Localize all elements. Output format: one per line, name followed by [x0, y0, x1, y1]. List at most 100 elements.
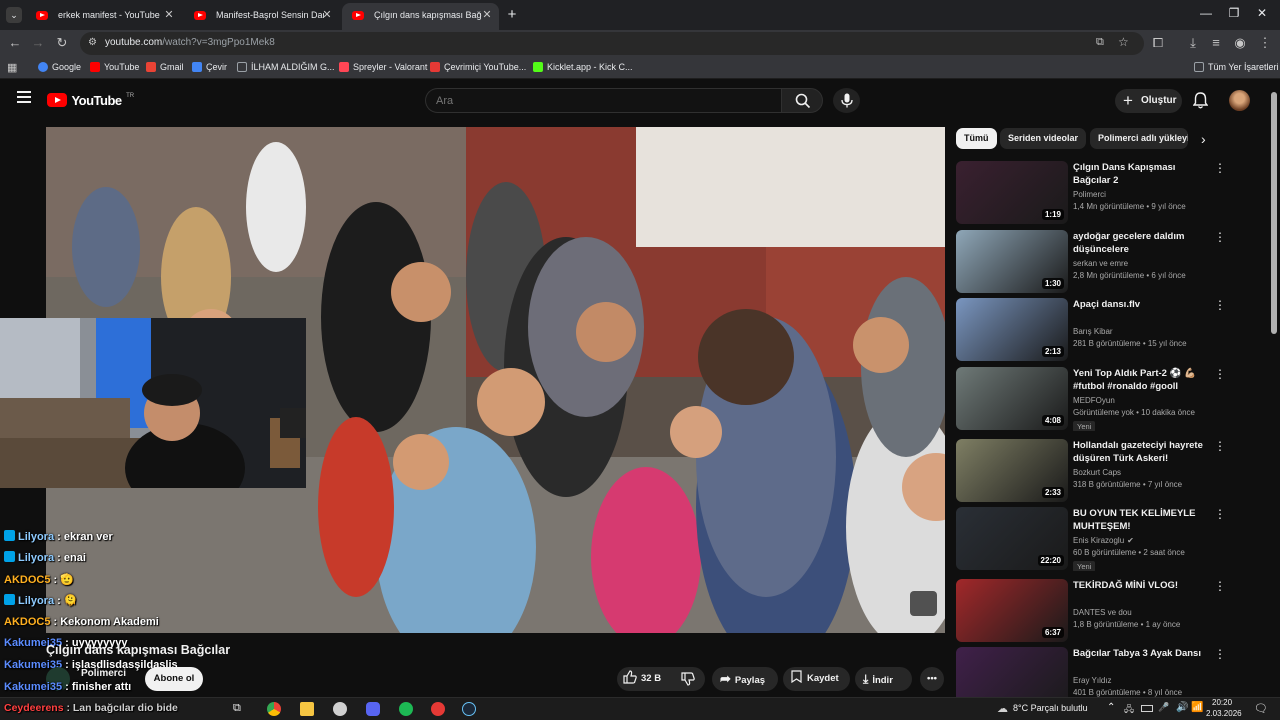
voice-search-button[interactable]	[833, 88, 860, 113]
task-view-icon[interactable]: ⧉	[233, 702, 247, 716]
wifi-icon[interactable]: 📶	[1191, 702, 1205, 716]
reload-icon[interactable]: ↻	[54, 35, 70, 51]
recommendation-title[interactable]: aydoğar gecelere daldım düşüncelere	[1073, 230, 1208, 256]
dislike-button[interactable]	[681, 672, 695, 691]
weather-text[interactable]: 8°C Parçalı bulutlu	[1013, 703, 1088, 713]
bookmark-youtube[interactable]: YouTube	[90, 62, 139, 72]
create-button[interactable]: + Oluştur	[1115, 89, 1182, 113]
tab-erkek-manifest[interactable]: erkek manifest - YouTube ✕	[26, 3, 181, 30]
profile-icon[interactable]: ◉	[1232, 35, 1248, 51]
video-thumbnail[interactable]: 1:19	[956, 161, 1068, 224]
notifications-icon[interactable]: 🗨	[1254, 702, 1268, 716]
close-tab-icon[interactable]: ✕	[481, 3, 493, 27]
discord-icon[interactable]	[366, 702, 380, 716]
tab-search-button[interactable]: ⌄	[6, 7, 22, 23]
bookmark-kicklet[interactable]: Kicklet.app - Kick C...	[533, 62, 633, 72]
chrome-menu-icon[interactable]: ⋮	[1257, 35, 1273, 51]
tray-chevron-up-icon[interactable]: ⌃	[1107, 702, 1115, 713]
battery-icon[interactable]	[1141, 705, 1153, 712]
download-icon[interactable]: ⤓	[1185, 35, 1201, 51]
tab-manifest-basrol[interactable]: Manifest-Başrol Sensin Dans Ch ✕	[184, 3, 339, 30]
save-button[interactable]: Kaydet	[783, 667, 850, 691]
bookmark-google[interactable]: Google	[38, 62, 81, 72]
bookmark-spreyler[interactable]: Spreyler - Valorant	[339, 62, 427, 72]
clock-date[interactable]: 2.03.2026	[1206, 709, 1242, 718]
recommendation-card[interactable]: Bağcılar Tabya 3 Ayak Dansı Eray Yıldız 40…	[956, 647, 1266, 697]
clock-time[interactable]: 20:20	[1212, 698, 1232, 707]
recommendation-card[interactable]: 4:08 Yeni Top Aldık Part-2 ⚽ 💪🏼 #futbol #…	[956, 367, 1266, 431]
recommendation-channel[interactable]: Barış Kibar	[1073, 327, 1113, 336]
obs-icon[interactable]	[333, 702, 347, 716]
more-vertical-icon[interactable]: ⋮	[1214, 439, 1226, 453]
video-thumbnail[interactable]: 1:30	[956, 230, 1068, 293]
media-player-icon[interactable]	[431, 702, 445, 716]
restore-icon[interactable]: ❐	[1224, 6, 1244, 20]
video-thumbnail[interactable]: 22:20	[956, 507, 1068, 570]
apps-grid-icon[interactable]: ▦	[7, 61, 17, 74]
back-icon[interactable]: ←	[7, 35, 23, 51]
recommendation-title[interactable]: TEKİRDAĞ MİNİ VLOG!	[1073, 579, 1208, 592]
search-input[interactable]	[425, 88, 781, 113]
tab-cilgin-dans[interactable]: Çılgın dans kapışması Bağcılar ✕	[342, 3, 499, 30]
bookmark-gmail[interactable]: Gmail	[146, 62, 184, 72]
video-thumbnail[interactable]: 6:37	[956, 579, 1068, 642]
cast-icon[interactable]: ⧉	[1096, 36, 1104, 49]
bookmark-cevir[interactable]: Çevir	[192, 62, 227, 72]
recommendation-channel[interactable]: serkan ve emre	[1073, 259, 1128, 268]
close-tab-icon[interactable]: ✕	[321, 3, 333, 27]
more-vertical-icon[interactable]: ⋮	[1214, 298, 1226, 312]
recommendation-card[interactable]: 2:13 Apaçi dansı.flv Barış Kibar 281 B görü…	[956, 298, 1266, 362]
media-control-icon[interactable]: ≡	[1208, 35, 1224, 51]
avatar[interactable]	[1229, 90, 1250, 111]
more-vertical-icon[interactable]: ⋮	[1214, 647, 1226, 661]
network-icon[interactable]: 🖧	[1124, 702, 1138, 716]
bookmark-ilham[interactable]: İLHAM ALDIĞIM G...	[237, 62, 335, 72]
recommendation-title[interactable]: Çılgın Dans Kapışması Bağcılar 2	[1073, 161, 1208, 187]
spotify-icon[interactable]	[399, 702, 413, 716]
more-actions-button[interactable]: •••	[920, 667, 944, 691]
like-button[interactable]: 32 B	[623, 667, 661, 691]
forward-icon[interactable]: →	[30, 35, 46, 51]
all-bookmarks[interactable]: Tüm Yer İşaretleri	[1194, 62, 1279, 72]
recommendation-card[interactable]: 1:30 aydoğar gecelere daldım düşüncelere s…	[956, 230, 1266, 294]
more-vertical-icon[interactable]: ⋮	[1214, 161, 1226, 175]
extensions-icon[interactable]: ⧠	[1150, 35, 1166, 51]
more-vertical-icon[interactable]: ⋮	[1214, 367, 1226, 381]
recommendation-title[interactable]: Bağcılar Tabya 3 Ayak Dansı	[1073, 647, 1208, 660]
scrollbar[interactable]	[1271, 92, 1277, 334]
video-thumbnail[interactable]: 2:33	[956, 439, 1068, 502]
chevron-right-icon[interactable]: ›	[1201, 131, 1206, 147]
channel-name[interactable]: Polimerci	[81, 668, 126, 679]
steam-icon[interactable]	[462, 702, 476, 716]
chrome-taskbar-icon[interactable]	[267, 702, 281, 716]
site-info-icon[interactable]: ⚙	[88, 37, 97, 48]
share-button[interactable]: ➦ Paylaş	[712, 667, 778, 691]
recommendation-title[interactable]: BU OYUN TEK KELİMEYLE MUHTEŞEM!	[1073, 507, 1208, 533]
recommendation-channel[interactable]: Enis Kirazoglu ✔	[1073, 536, 1134, 545]
search-button[interactable]	[781, 88, 823, 113]
channel-watermark-icon[interactable]	[910, 591, 937, 616]
address-bar[interactable]: ⚙ youtube.com/watch?v=3mgPpo1Mek8 ⧉ ☆	[80, 32, 1144, 55]
more-vertical-icon[interactable]: ⋮	[1214, 230, 1226, 244]
close-tab-icon[interactable]: ✕	[163, 3, 175, 27]
recommendation-channel[interactable]: Eray Yıldız	[1073, 676, 1112, 685]
recommendation-title[interactable]: Hollandalı gazeteciyi hayrete düşüren Tü…	[1073, 439, 1208, 465]
recommendation-channel[interactable]: MEDFOyun	[1073, 396, 1115, 405]
volume-icon[interactable]: 🔊	[1176, 702, 1190, 716]
bookmark-star-icon[interactable]: ☆	[1118, 35, 1129, 49]
recommendation-title[interactable]: Yeni Top Aldık Part-2 ⚽ 💪🏼 #futbol #rona…	[1073, 367, 1208, 394]
chip-series[interactable]: Seriden videolar	[1000, 128, 1087, 149]
recommendation-channel[interactable]: DANTES ve dou	[1073, 608, 1132, 617]
video-thumbnail[interactable]: 2:13	[956, 298, 1068, 361]
download-button[interactable]: ⤓ İndir	[855, 667, 912, 691]
recommendation-card[interactable]: 6:37 TEKİRDAĞ MİNİ VLOG! DANTES ve dou 1,8 …	[956, 579, 1266, 643]
new-tab-button[interactable]: +	[504, 6, 520, 23]
notifications-bell-icon[interactable]	[1192, 92, 1209, 114]
more-vertical-icon[interactable]: ⋮	[1214, 579, 1226, 593]
more-vertical-icon[interactable]: ⋮	[1214, 507, 1226, 521]
close-window-icon[interactable]: ✕	[1252, 6, 1272, 20]
recommendation-card[interactable]: 1:19 Çılgın Dans Kapışması Bağcılar 2 Poli…	[956, 161, 1266, 225]
chip-uploader[interactable]: Polimerci adlı yükleyi	[1090, 128, 1188, 149]
subscribe-button[interactable]: Abone ol	[145, 667, 203, 691]
file-explorer-icon[interactable]	[300, 702, 314, 716]
